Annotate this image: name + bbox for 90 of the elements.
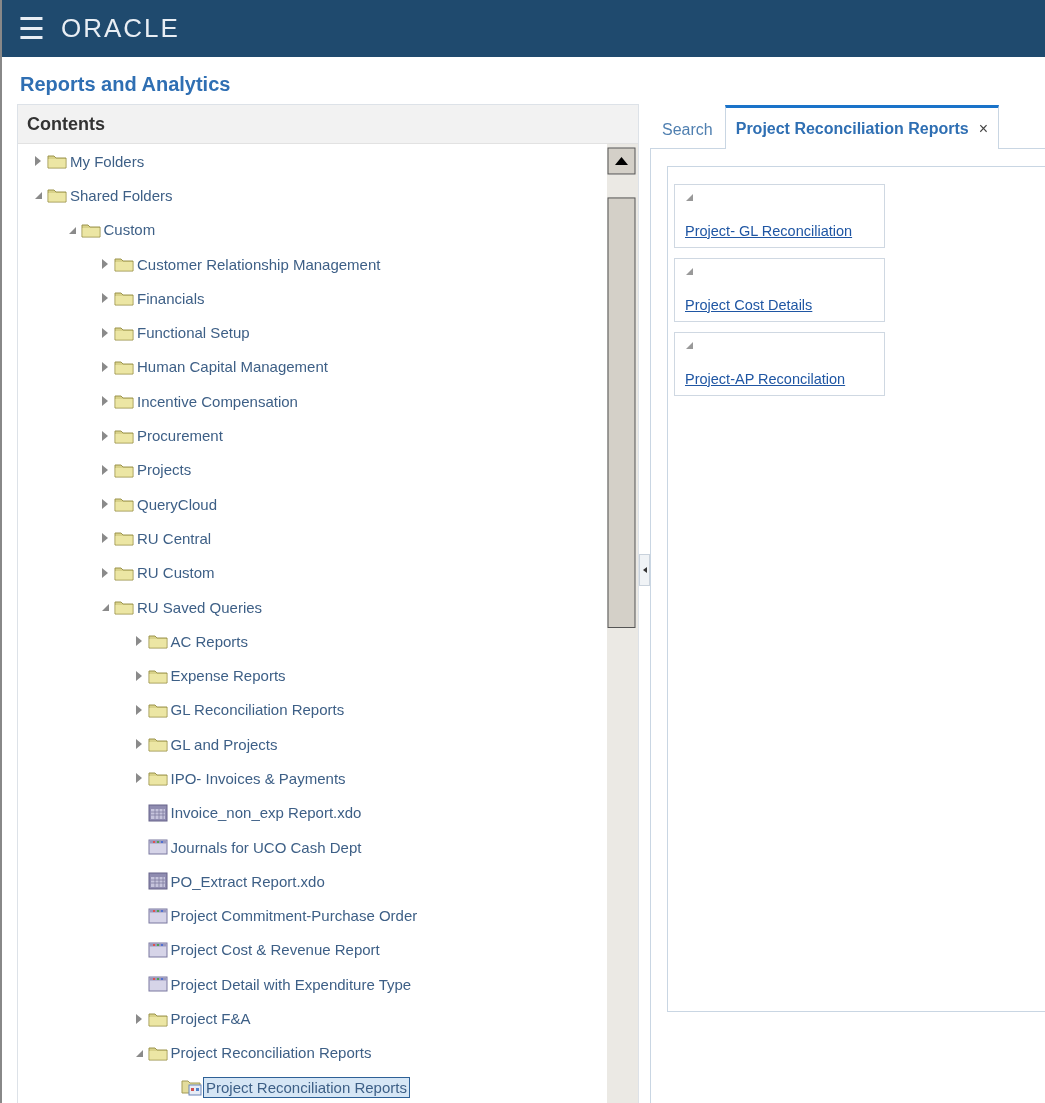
tree-item[interactable]: Projects — [134, 459, 195, 481]
report-link[interactable]: Project-AP Reconcilation — [685, 371, 874, 387]
folder-icon — [114, 564, 134, 581]
tree-item[interactable]: RU Saved Queries — [134, 596, 266, 618]
tree-item[interactable]: Project Reconciliation Reports — [203, 1076, 410, 1098]
tree-item[interactable]: Journals for UCO Cash Dept — [167, 836, 365, 858]
tree-item[interactable]: GL and Projects — [167, 733, 281, 755]
folder-icon — [114, 358, 134, 375]
folder-icon — [47, 153, 67, 170]
folder-icon — [114, 393, 134, 410]
report-icon — [147, 803, 168, 822]
tree-item[interactable]: Human Capital Management — [134, 356, 331, 378]
tree-item[interactable]: AC Reports — [167, 630, 252, 652]
folder-icon — [114, 256, 134, 273]
folder-icon — [47, 187, 67, 204]
expand-arrow-icon[interactable] — [134, 704, 144, 715]
tree-item[interactable]: PO_Extract Report.xdo — [167, 870, 328, 892]
tab[interactable]: Project Reconciliation Reports × — [724, 105, 999, 149]
tree-item[interactable]: Project Reconciliation Reports — [167, 1042, 375, 1064]
expand-arrow-icon[interactable] — [134, 739, 144, 750]
analysis-icon — [147, 975, 168, 994]
collapse-arrow-icon[interactable] — [34, 190, 43, 201]
left-arrow-icon — [642, 567, 647, 573]
expand-arrow-icon[interactable] — [34, 156, 43, 167]
collapse-pane-handle[interactable] — [639, 554, 650, 586]
expand-arrow-icon[interactable] — [101, 396, 110, 407]
expand-arrow-icon[interactable] — [101, 259, 110, 270]
report-link[interactable]: Project Cost Details — [685, 297, 874, 313]
folder-icon — [147, 736, 168, 753]
expand-arrow-icon[interactable] — [134, 1013, 144, 1024]
dashboard-icon — [181, 1078, 203, 1097]
expand-arrow-icon[interactable] — [101, 533, 110, 544]
tree-item[interactable]: RU Custom — [134, 562, 218, 584]
collapse-arrow-icon[interactable] — [685, 193, 694, 202]
folder-icon — [147, 1010, 168, 1027]
expand-arrow-icon[interactable] — [101, 464, 110, 475]
tree-item[interactable]: Project F&A — [167, 1008, 254, 1030]
tree-item[interactable]: My Folders — [67, 150, 148, 172]
tree-item[interactable]: Functional Setup — [134, 322, 253, 344]
expand-arrow-icon[interactable] — [101, 293, 110, 304]
folder-icon — [114, 461, 134, 478]
folder-icon — [114, 427, 134, 444]
tree-item[interactable]: Invoice_non_exp Report.xdo — [167, 802, 365, 824]
expand-arrow-icon[interactable] — [134, 636, 144, 647]
expand-arrow-icon[interactable] — [101, 361, 110, 372]
tree-item[interactable]: Procurement — [134, 425, 226, 446]
folder-icon — [80, 221, 101, 238]
tree-item[interactable]: RU Central — [134, 527, 215, 549]
analysis-icon — [147, 838, 168, 857]
tree-item[interactable]: Financials — [134, 287, 208, 309]
folder-icon — [147, 633, 168, 650]
logo[interactable]: ORACLE — [61, 13, 180, 44]
tree-item[interactable]: Shared Folders — [67, 184, 176, 206]
scroll-bar[interactable] — [607, 144, 638, 1103]
contents-header: Contents — [18, 105, 638, 144]
folder-icon — [147, 1044, 168, 1061]
folder-icon — [114, 290, 134, 307]
expand-arrow-icon[interactable] — [101, 327, 110, 338]
folder-icon — [147, 701, 168, 718]
folder-icon — [114, 530, 134, 547]
expand-arrow-icon[interactable] — [101, 567, 110, 578]
collapse-arrow-icon[interactable] — [685, 267, 694, 276]
analysis-icon — [147, 940, 168, 959]
page-title: Reports and Analytics — [19, 72, 232, 97]
menu-icon[interactable]: ☰ — [18, 13, 45, 44]
folder-icon — [114, 599, 134, 615]
collapse-arrow-icon[interactable] — [685, 341, 694, 350]
folder-icon — [114, 496, 134, 513]
folder-icon — [147, 667, 168, 684]
expand-arrow-icon[interactable] — [134, 670, 144, 681]
tree-item[interactable]: IPO- Invoices & Payments — [167, 768, 349, 789]
analysis-icon — [147, 906, 168, 925]
tree-item[interactable]: Project Cost & Revenue Report — [167, 939, 383, 961]
expand-arrow-icon[interactable] — [101, 499, 110, 510]
tree-item[interactable]: Incentive Compensation — [134, 390, 301, 412]
folder-icon — [114, 324, 134, 341]
tree-item[interactable]: Custom — [100, 219, 159, 241]
report-link[interactable]: Project- GL Reconciliation — [685, 223, 874, 239]
close-icon[interactable]: × — [978, 119, 988, 138]
expand-arrow-icon[interactable] — [134, 773, 144, 784]
tree-item[interactable]: Expense Reports — [167, 665, 289, 687]
tree-item[interactable]: QueryCloud — [134, 493, 221, 515]
expand-arrow-icon[interactable] — [101, 430, 110, 441]
folder-icon — [147, 770, 168, 787]
tree-item[interactable]: Customer Relationship Management — [134, 253, 384, 275]
collapse-arrow-icon[interactable] — [101, 602, 110, 612]
report-icon — [147, 872, 168, 891]
tree-item[interactable]: Project Commitment-Purchase Order — [167, 905, 421, 927]
tree-item[interactable]: Project Detail with Expenditure Type — [167, 973, 415, 995]
tree-item[interactable]: GL Reconciliation Reports — [167, 699, 348, 721]
